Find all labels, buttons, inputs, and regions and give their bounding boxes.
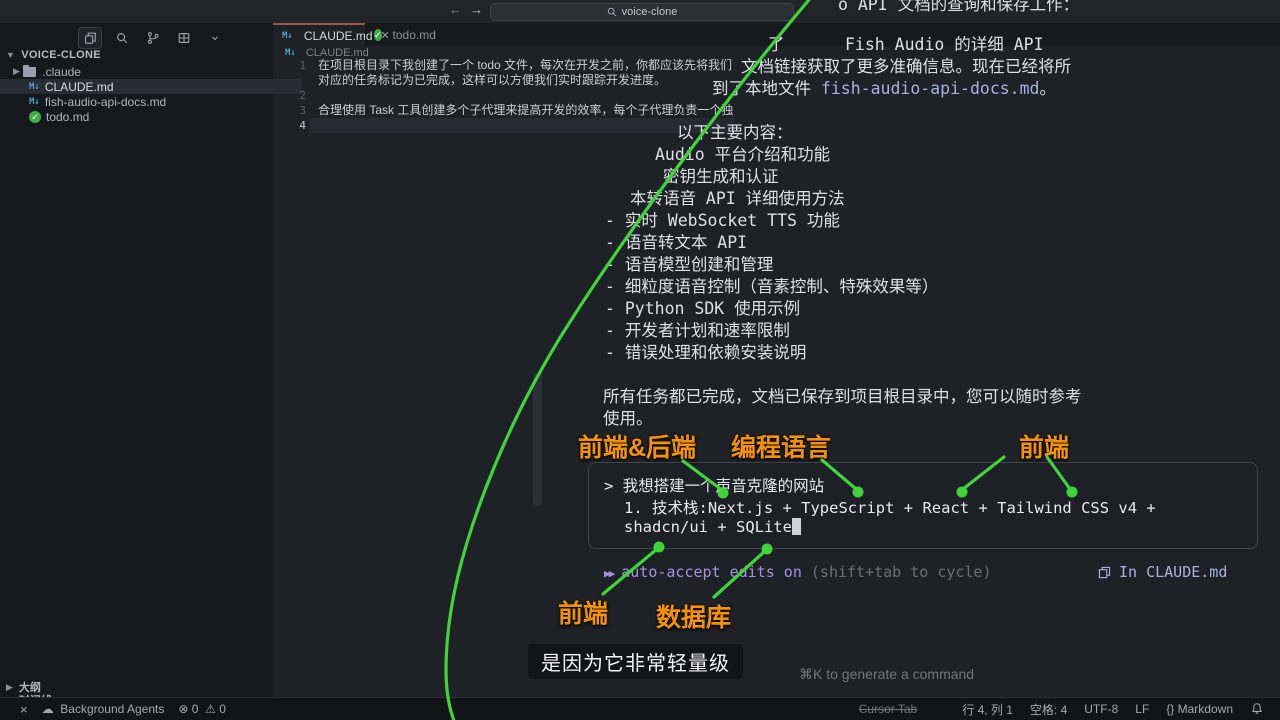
warnings-icon: ⚠ <box>205 702 216 716</box>
app-window: ← → voice-clone ▼ VOICE-CLONE ▶ .claude … <box>0 0 1280 720</box>
forward-icon[interactable]: → <box>470 2 483 17</box>
line-number: 3 <box>273 103 306 118</box>
eol-indicator[interactable]: LF <box>1135 702 1149 716</box>
chevron-right-icon: ▶ <box>13 66 20 77</box>
current-line-highlight <box>310 118 734 133</box>
sidebar-item-claude-md[interactable]: M↓ CLAUDE.md <box>0 79 302 94</box>
remote-window-icon[interactable]: × <box>20 702 28 717</box>
sidebar-item-claude-folder[interactable]: ▶ .claude <box>0 64 286 79</box>
chat-line: - Python SDK 使用示例 <box>605 295 800 319</box>
search-icon[interactable] <box>111 28 133 48</box>
chat-line: - 语音模型创建和管理 <box>605 251 773 275</box>
source-control-icon[interactable] <box>142 28 164 48</box>
chat-line-file: 到了本地文件 fish-audio-api-docs.md。 <box>712 75 1056 99</box>
chevron-right-icon: ▶ <box>6 682 13 693</box>
back-icon[interactable]: ← <box>449 2 462 17</box>
cursor-tab-indicator[interactable]: Cursor Tab <box>859 702 917 716</box>
chat-line: 所有任务都已完成，文档已保存到项目根目录中，您可以随时参考 <box>603 383 1082 407</box>
annotation-database: 数据库 <box>656 598 731 634</box>
notifications-bell-icon[interactable] <box>1250 702 1264 716</box>
chat-line: 了 <box>768 31 785 55</box>
indentation-indicator[interactable]: 空格: 4 <box>1030 701 1067 718</box>
check-circle-icon: ✓ <box>29 111 41 123</box>
input-line-1: > 我想搭建一个声音克隆的网站 <box>604 474 824 496</box>
sidebar-item-todo-md[interactable]: ✓ todo.md <box>0 109 302 124</box>
copy-icon <box>1098 566 1111 579</box>
tab-todo-md[interactable]: ✓ todo.md <box>365 23 443 46</box>
encoding-indicator[interactable]: UTF-8 <box>1084 702 1118 716</box>
input-line-3: shadcn/ui + SQLite <box>624 518 801 536</box>
markdown-icon: M↓ <box>285 48 296 58</box>
chat-line: Fish Audio 的详细 API <box>845 31 1044 55</box>
files-icon[interactable] <box>78 27 102 49</box>
sidebar-item-fish-audio-api-docs[interactable]: M↓ fish-audio-api-docs.md <box>0 94 302 109</box>
editor-line[interactable]: 在项目根目录下我创建了一个 todo 文件，每次在开发之前，你都应该先将我们商量… <box>318 58 733 73</box>
explorer-sidebar: ▼ VOICE-CLONE ▶ .claude M↓ CLAUDE.md M↓ … <box>0 23 273 697</box>
title-bar: ← → voice-clone <box>0 0 1280 23</box>
chat-line: Audio 平台介绍和功能 <box>655 141 830 165</box>
command-hint: ⌘K to generate a command <box>799 666 974 683</box>
file-link[interactable]: fish-audio-api-docs.md <box>821 79 1040 98</box>
chevron-down-icon: ▼ <box>6 50 15 60</box>
chat-line: 文档链接获取了更多准确信息。现在已经将所 <box>741 53 1071 77</box>
chat-line: 以下主要内容： <box>677 119 793 143</box>
folder-icon <box>23 67 36 77</box>
chat-line: 使用。 <box>603 405 653 429</box>
video-subtitle: 是因为它非常轻量级 <box>528 644 743 679</box>
context-location: In CLAUDE.md <box>1098 563 1227 581</box>
input-line-2: 1. 技术栈:Next.js + TypeScript + React + Ta… <box>624 496 1156 518</box>
chat-line: - 语音转文本 API <box>605 229 747 253</box>
braces-icon: {} <box>1166 702 1174 716</box>
line-number: 2 <box>273 88 306 103</box>
annotation-frontend-bottom: 前端 <box>558 594 608 630</box>
problems-indicator[interactable]: ⊗ 0 ⚠ 0 <box>178 702 226 716</box>
chat-line: o API 文档的查询和保存工作： <box>838 0 1079 15</box>
chat-line: 密钥生成和认证 <box>663 163 779 187</box>
chevron-down-icon[interactable] <box>204 28 226 48</box>
line-number: 4 <box>273 118 306 133</box>
errors-icon: ⊗ <box>178 702 188 716</box>
editor-line[interactable]: 对应的任务标记为已完成，这样可以方便我们实时跟踪开发进度。 <box>318 73 733 88</box>
chat-line: - 开发者计划和速率限制 <box>605 317 790 341</box>
editor-line[interactable]: 合理使用 Task 工具创建多个子代理来提高开发的效率，每个子代理负责一个独立的… <box>318 103 733 118</box>
text-cursor <box>792 518 801 535</box>
command-search-box[interactable]: voice-clone <box>490 3 794 21</box>
markdown-icon: M↓ <box>29 97 40 107</box>
line-col-indicator[interactable]: 行 4, 列 1 <box>962 701 1013 718</box>
editor-scrollbar[interactable] <box>533 373 542 506</box>
double-play-icon: ▶▶ <box>604 567 613 580</box>
chat-line: 本转语音 API 详细使用方法 <box>630 185 845 209</box>
tab-claude-md[interactable]: M↓ CLAUDE.md ✕ <box>273 23 365 46</box>
check-circle-icon: ✓ <box>374 29 382 41</box>
chat-line: - 实时 WebSocket TTS 功能 <box>605 207 840 231</box>
search-icon <box>607 7 617 17</box>
language-indicator[interactable]: {} Markdown <box>1166 702 1233 716</box>
annotation-frontend-top: 前端 <box>1019 428 1069 464</box>
annotation-frontend-backend: 前端&后端 <box>578 428 696 464</box>
layout-icon[interactable] <box>173 28 195 48</box>
cloud-icon: ☁ <box>42 702 54 716</box>
markdown-icon: M↓ <box>282 31 293 41</box>
annotation-programming-language: 编程语言 <box>731 428 831 464</box>
line-number: 1 <box>273 58 306 73</box>
chat-line: - 错误处理和依赖安装说明 <box>605 339 806 363</box>
workspace-root[interactable]: ▼ VOICE-CLONE <box>6 49 101 61</box>
chat-line: - 细粒度语音控制（音素控制、特殊效果等） <box>605 273 938 297</box>
status-bar: × ☁ Background Agents ⊗ 0 ⚠ 0 Cursor Tab… <box>0 697 1280 720</box>
search-value: voice-clone <box>622 6 678 18</box>
markdown-icon: M↓ <box>29 82 40 92</box>
auto-accept-status[interactable]: ▶▶auto-accept edits on (shift+tab to cyc… <box>604 563 992 581</box>
background-agents-button[interactable]: ☁ Background Agents <box>42 702 165 716</box>
